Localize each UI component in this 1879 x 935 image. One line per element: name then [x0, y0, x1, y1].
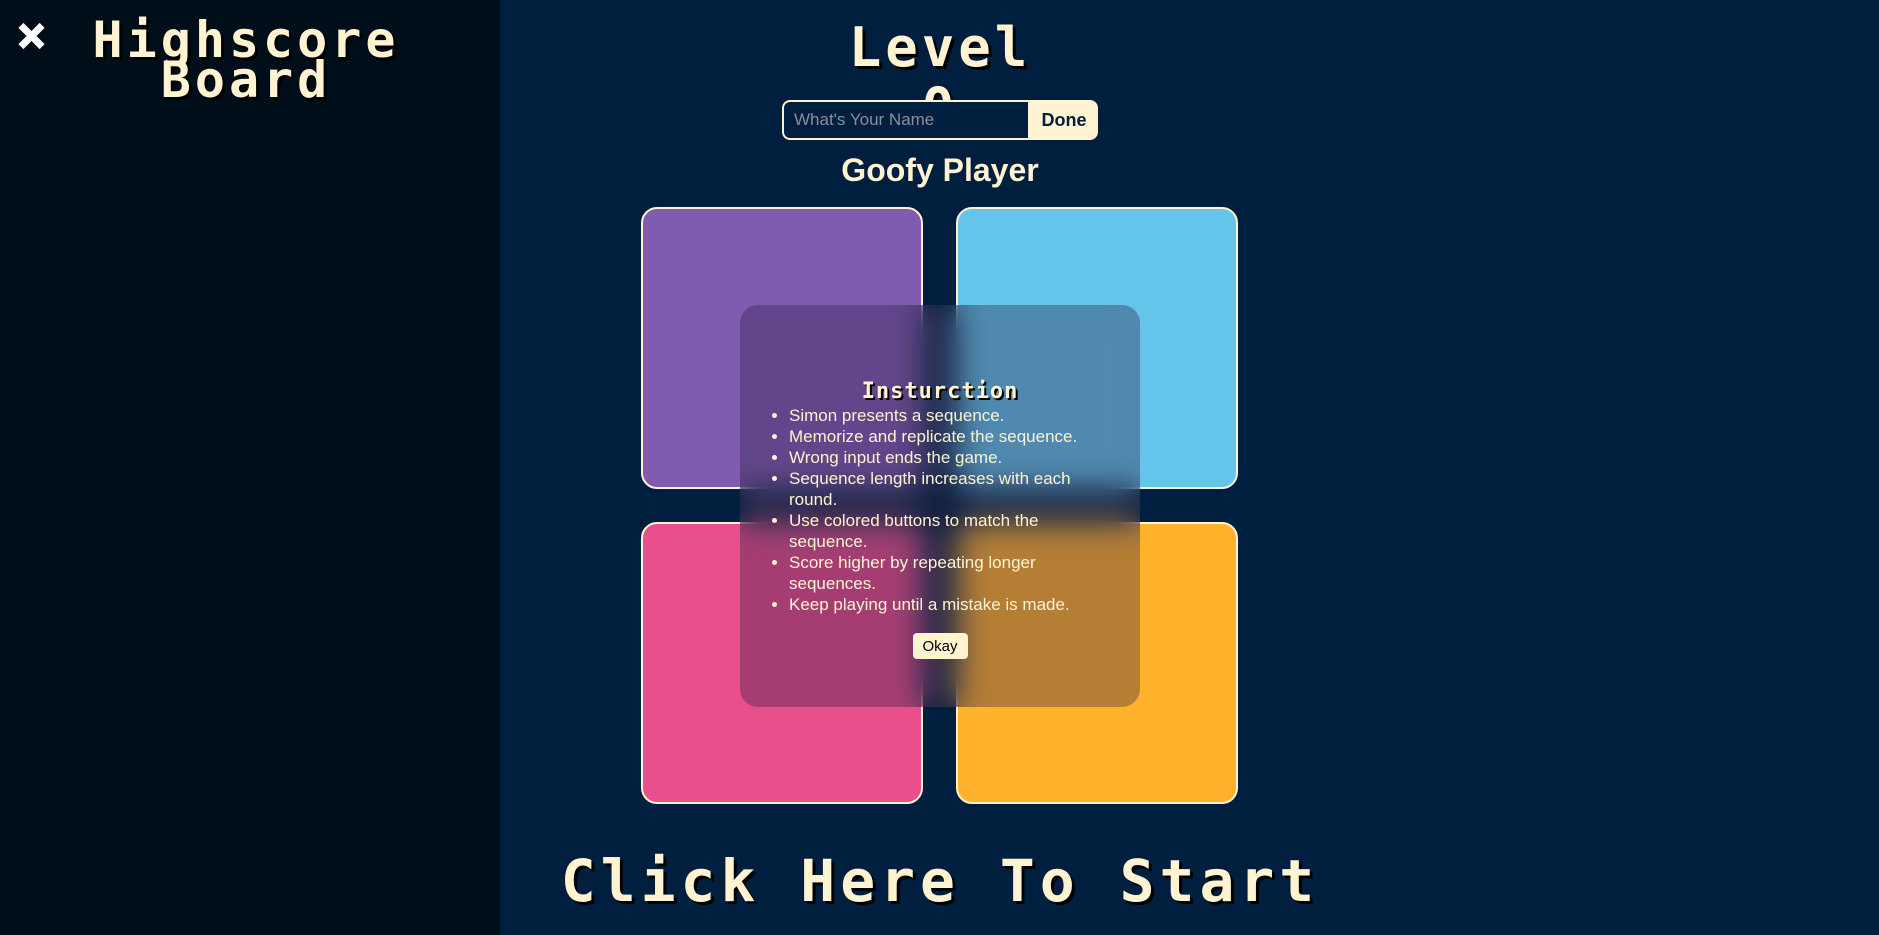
modal-title: Insturction	[861, 379, 1019, 404]
rule-item: Use colored buttons to match the sequenc…	[789, 510, 1096, 552]
instruction-modal: Insturction Simon presents a sequence. M…	[740, 305, 1140, 707]
name-input[interactable]	[782, 100, 1030, 140]
start-button[interactable]: Click Here To Start	[540, 850, 1340, 912]
done-button[interactable]: Done	[1030, 100, 1098, 140]
rule-item: Memorize and replicate the sequence.	[789, 426, 1096, 447]
rule-item: Score higher by repeating longer sequenc…	[789, 552, 1096, 594]
rules-list: Simon presents a sequence. Memorize and …	[740, 405, 1140, 615]
close-icon[interactable]	[14, 18, 50, 54]
rule-item: Wrong input ends the game.	[789, 447, 1096, 468]
rule-item: Sequence length increases with each roun…	[789, 468, 1096, 510]
okay-button[interactable]: Okay	[912, 633, 968, 659]
highscore-title: Highscore Board	[92, 11, 400, 109]
game-area: Level 0 Done Goofy Player Insturction Si…	[500, 0, 1879, 935]
highscore-sidebar: Highscore Board	[0, 0, 500, 935]
player-name: Goofy Player	[841, 152, 1039, 188]
rule-item: Simon presents a sequence.	[789, 405, 1096, 426]
rule-item: Keep playing until a mistake is made.	[789, 594, 1096, 615]
name-form: Done	[782, 100, 1098, 140]
